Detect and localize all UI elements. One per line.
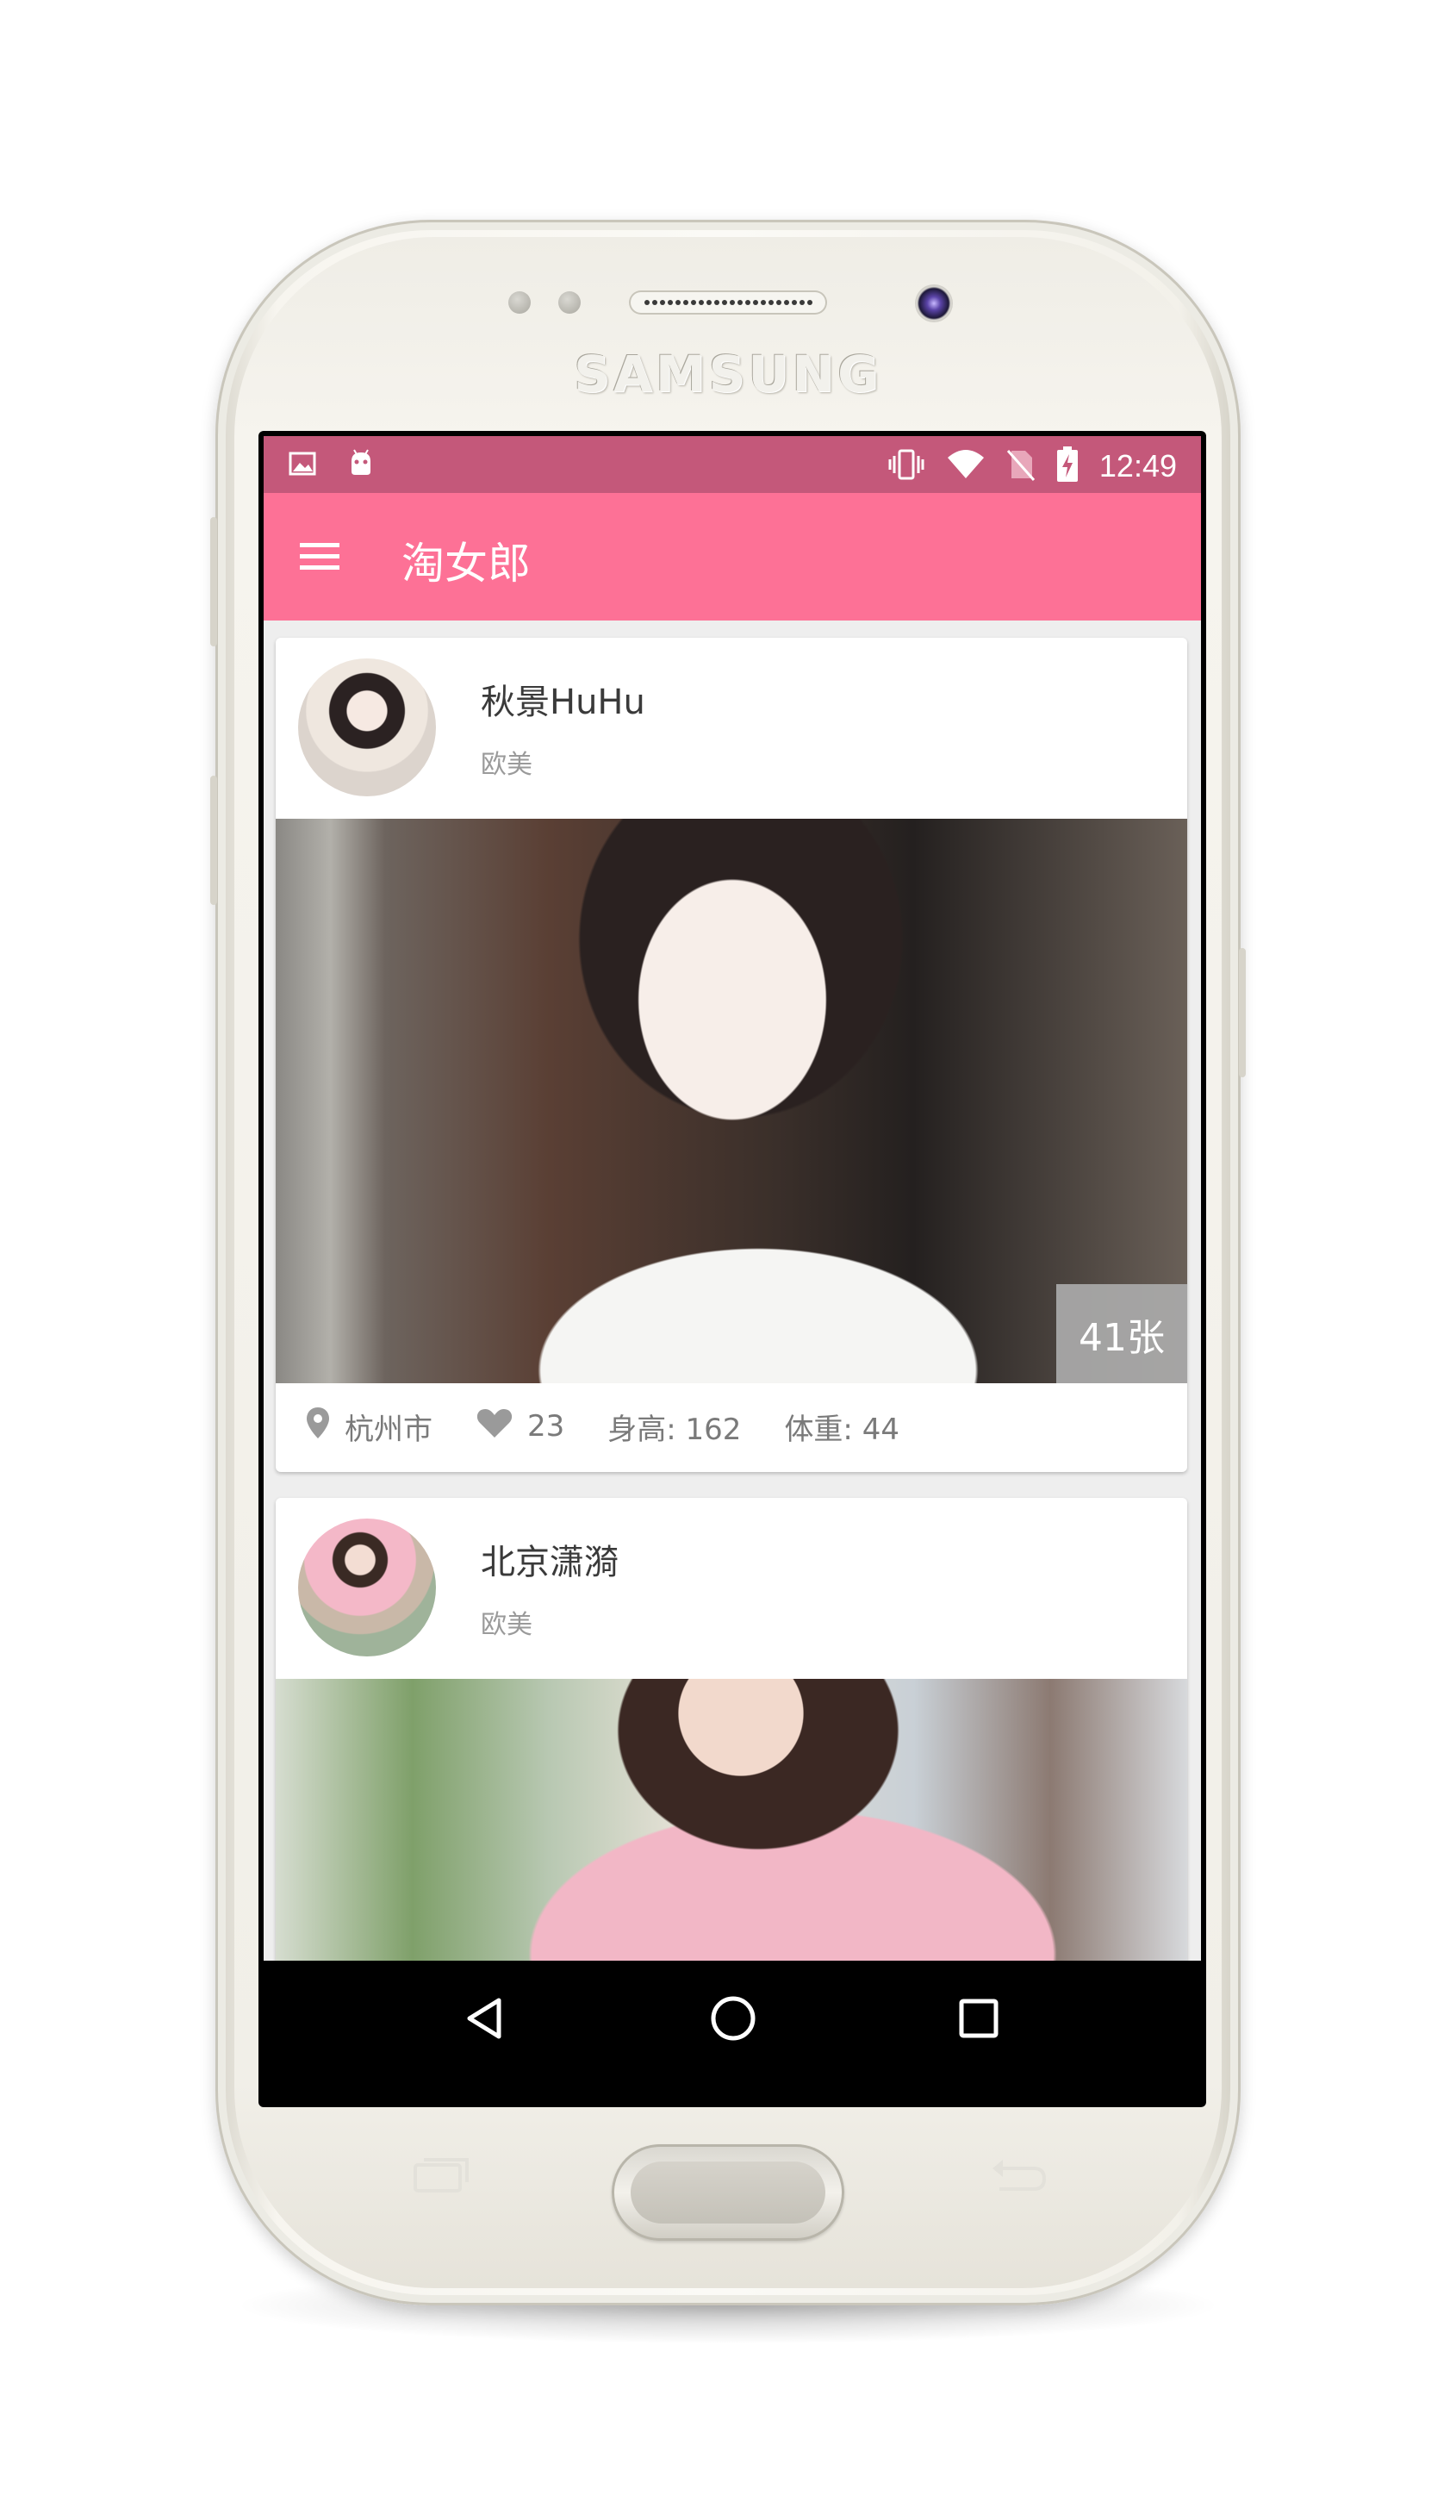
brand-logo: SAMSUNG (574, 345, 882, 403)
hardware-back-icon[interactable] (989, 2155, 1049, 2198)
app-bar: 淘女郎 (264, 493, 1201, 621)
home-key[interactable] (612, 2144, 844, 2241)
avatar[interactable] (298, 658, 436, 796)
model-city: 杭州市 (345, 1412, 432, 1447)
battery-charging-icon (1056, 446, 1079, 486)
power-button (1239, 948, 1246, 1077)
navigation-bar (264, 1961, 1201, 2076)
like-count: 23 (527, 1409, 565, 1444)
avatar[interactable] (298, 1519, 436, 1656)
hamburger-menu-icon[interactable] (298, 534, 341, 577)
home-icon[interactable] (703, 1988, 763, 2049)
model-height: 身高: 162 (607, 1412, 742, 1447)
wifi-icon (946, 447, 986, 485)
clock: 12:49 (1098, 448, 1177, 483)
card-header: 北京潇漪 欧美 (276, 1498, 1187, 1679)
model-photo[interactable]: 41张 (276, 819, 1187, 1383)
android-icon (346, 449, 376, 482)
model-list[interactable]: 秋景HuHu 欧美 41张 杭州市 23 身高: 162 体重: 44 北京潇漪… (264, 621, 1201, 1961)
earpiece-speaker (629, 290, 827, 315)
model-category: 欧美 (481, 750, 532, 780)
card-header: 秋景HuHu 欧美 (276, 638, 1187, 819)
vibrate-icon (887, 447, 925, 485)
app-title: 淘女郎 (401, 539, 531, 589)
heart-icon (476, 1407, 513, 1447)
model-name: 北京潇漪 (481, 1543, 619, 1582)
model-name: 秋景HuHu (481, 683, 645, 722)
model-weight: 体重: 44 (784, 1412, 899, 1447)
light-sensor (558, 291, 581, 314)
volume-button-2 (210, 776, 217, 905)
model-category: 欧美 (481, 1610, 532, 1640)
no-sim-icon (1006, 447, 1036, 485)
model-card[interactable]: 秋景HuHu 欧美 41张 杭州市 23 身高: 162 体重: 44 (276, 638, 1187, 1472)
screen: 12:49 淘女郎 秋景HuHu 欧美 41张 杭州市 23 身高: 162 体… (258, 431, 1206, 2107)
proximity-sensor (508, 291, 531, 314)
photo-count-badge: 41张 (1056, 1284, 1187, 1383)
front-camera (915, 284, 953, 322)
volume-button (210, 517, 217, 646)
model-photo[interactable] (276, 1679, 1187, 1961)
image-icon (288, 449, 317, 482)
model-card[interactable]: 北京潇漪 欧美 (276, 1498, 1187, 1961)
recents-icon[interactable] (949, 1988, 1009, 2049)
back-icon[interactable] (457, 1988, 518, 2049)
hardware-recents-icon[interactable] (412, 2155, 472, 2198)
model-info-row: 杭州市 23 身高: 162 体重: 44 (305, 1396, 1167, 1456)
location-pin-icon (305, 1406, 331, 1448)
status-bar: 12:49 (264, 436, 1201, 493)
